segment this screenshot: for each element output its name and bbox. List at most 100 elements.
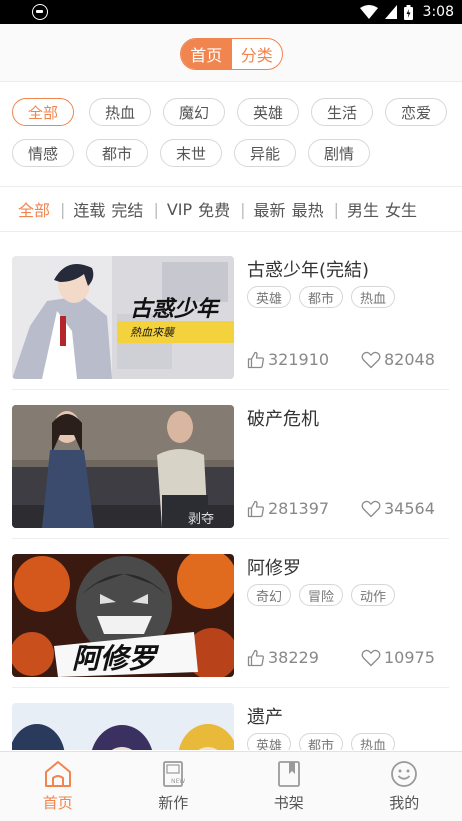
comic-tag: 都市 bbox=[299, 733, 344, 750]
genre-tag-mohuan[interactable]: 魔幻 bbox=[163, 98, 225, 126]
heart-icon bbox=[361, 500, 381, 517]
comic-stats: 38229 10975 bbox=[247, 648, 435, 667]
comic-tag: 英雄 bbox=[247, 733, 292, 750]
battery-icon bbox=[403, 4, 413, 20]
nav-new-label: 新作 bbox=[158, 794, 189, 812]
divider: | bbox=[153, 199, 159, 219]
nav-mine[interactable]: 我的 bbox=[347, 752, 462, 821]
filter-bar: 全部 | 连载 完结 | VIP 免费 | 最新 最热 | 男生 女生 bbox=[0, 186, 462, 232]
comic-card[interactable]: 剥夺 破产危机 281397 34564 bbox=[12, 391, 449, 539]
cover-title: 古惑少年 bbox=[130, 296, 221, 322]
comic-title[interactable]: 古惑少年(完結) bbox=[247, 256, 369, 282]
tab-category[interactable]: 分类 bbox=[232, 39, 283, 69]
filter-male[interactable]: 男生 bbox=[347, 197, 379, 221]
heart-icon bbox=[361, 351, 381, 368]
favorite-count[interactable]: 34564 bbox=[361, 499, 435, 518]
cover-title: 阿修罗 bbox=[72, 642, 160, 675]
home-icon bbox=[44, 761, 71, 787]
comic-tag: 英雄 bbox=[247, 286, 292, 308]
comic-title[interactable]: 遗产 bbox=[247, 703, 283, 729]
comic-cover[interactable] bbox=[12, 703, 234, 750]
cover-image: 熱血來襲 古惑少年 bbox=[12, 256, 234, 379]
heart-icon bbox=[361, 649, 381, 666]
thumbs-up-icon bbox=[247, 500, 264, 517]
nav-new[interactable]: NEW 新作 bbox=[116, 752, 232, 821]
smiley-icon bbox=[391, 761, 418, 787]
bookshelf-icon bbox=[277, 761, 300, 787]
thumbs-up-icon bbox=[247, 649, 264, 666]
comic-tags: 奇幻 冒险 动作 bbox=[247, 584, 396, 606]
like-count[interactable]: 281397 bbox=[247, 499, 361, 518]
tab-home[interactable]: 首页 bbox=[181, 39, 232, 69]
cover-image: 阿修罗 bbox=[12, 554, 234, 677]
favorite-count-value: 10975 bbox=[384, 648, 435, 667]
comic-list: 熱血來襲 古惑少年 古惑少年(完結) 英雄 都市 热血 321910 82048 bbox=[0, 242, 462, 750]
thumbs-up-icon bbox=[247, 351, 264, 368]
comic-cover[interactable]: 熱血來襲 古惑少年 bbox=[12, 256, 234, 379]
genre-tag-rexue[interactable]: 热血 bbox=[89, 98, 151, 126]
favorite-count[interactable]: 82048 bbox=[361, 350, 435, 369]
genre-tag-yingxiong[interactable]: 英雄 bbox=[237, 98, 299, 126]
new-book-icon: NEW bbox=[163, 761, 186, 787]
comic-stats: 321910 82048 bbox=[247, 350, 435, 369]
comic-tag: 冒险 bbox=[299, 584, 344, 606]
comic-card[interactable]: 遗产 英雄 都市 热血 bbox=[12, 689, 449, 750]
favorite-count[interactable]: 10975 bbox=[361, 648, 435, 667]
genre-tag-dushi[interactable]: 都市 bbox=[86, 139, 148, 167]
filter-female[interactable]: 女生 bbox=[385, 197, 417, 221]
divider: | bbox=[240, 199, 246, 219]
cover-image: 剥夺 bbox=[12, 405, 234, 528]
genre-tag-moshi[interactable]: 末世 bbox=[160, 139, 222, 167]
genre-tags: 全部 热血 魔幻 英雄 生活 恋爱 情感 都市 末世 异能 剧情 bbox=[0, 83, 462, 185]
status-bar: 3:08 bbox=[0, 0, 462, 24]
comic-cover[interactable]: 剥夺 bbox=[12, 405, 234, 528]
app-notification-icon bbox=[32, 4, 48, 20]
nav-shelf[interactable]: 书架 bbox=[231, 752, 347, 821]
cover-watermark: 剥夺 bbox=[188, 512, 214, 527]
nav-shelf-label: 书架 bbox=[273, 794, 304, 812]
like-count-value: 38229 bbox=[268, 648, 319, 667]
filter-all[interactable]: 全部 bbox=[18, 197, 50, 221]
filter-vip[interactable]: VIP bbox=[167, 200, 192, 219]
segmented-control: 首页 分类 bbox=[180, 38, 283, 70]
system-icons: 3:08 bbox=[359, 3, 454, 21]
genre-tag-shenghuo[interactable]: 生活 bbox=[311, 98, 373, 126]
cover-subtitle: 熱血來襲 bbox=[130, 326, 176, 339]
like-count-value: 321910 bbox=[268, 350, 330, 369]
comic-tag: 奇幻 bbox=[247, 584, 292, 606]
comic-tag: 热血 bbox=[351, 733, 396, 750]
like-count-value: 281397 bbox=[268, 499, 330, 518]
comic-title[interactable]: 破产危机 bbox=[247, 405, 319, 431]
genre-tag-lianai[interactable]: 恋爱 bbox=[385, 98, 447, 126]
nav-home[interactable]: 首页 bbox=[0, 752, 116, 821]
genre-tag-juqing[interactable]: 剧情 bbox=[308, 139, 370, 167]
comic-tag: 动作 bbox=[351, 584, 396, 606]
genre-tag-yineng[interactable]: 异能 bbox=[234, 139, 296, 167]
filter-hottest[interactable]: 最热 bbox=[292, 197, 324, 221]
genre-tag-qinggan[interactable]: 情感 bbox=[12, 139, 74, 167]
signal-icon bbox=[384, 5, 397, 19]
comic-tags: 英雄 都市 热血 bbox=[247, 286, 396, 308]
wifi-icon bbox=[359, 5, 378, 19]
comic-card[interactable]: 阿修罗 阿修罗 奇幻 冒险 动作 38229 10975 bbox=[12, 540, 449, 688]
nav-mine-label: 我的 bbox=[389, 794, 420, 812]
clock: 3:08 bbox=[422, 4, 454, 20]
filter-free[interactable]: 免费 bbox=[198, 197, 230, 221]
like-count[interactable]: 321910 bbox=[247, 350, 361, 369]
bottom-nav: 首页 NEW 新作 书架 我的 bbox=[0, 751, 462, 821]
filter-serial[interactable]: 连载 bbox=[73, 197, 105, 221]
genre-tag-all[interactable]: 全部 bbox=[12, 98, 74, 126]
comic-card[interactable]: 熱血來襲 古惑少年 古惑少年(完結) 英雄 都市 热血 321910 82048 bbox=[12, 242, 449, 390]
top-bar: 首页 分类 bbox=[0, 24, 462, 82]
filter-finished[interactable]: 完结 bbox=[111, 197, 143, 221]
svg-text:NEW: NEW bbox=[171, 778, 185, 785]
favorite-count-value: 34564 bbox=[384, 499, 435, 518]
filter-newest[interactable]: 最新 bbox=[254, 197, 286, 221]
comic-stats: 281397 34564 bbox=[247, 499, 435, 518]
like-count[interactable]: 38229 bbox=[247, 648, 361, 667]
comic-cover[interactable]: 阿修罗 bbox=[12, 554, 234, 677]
comic-title[interactable]: 阿修罗 bbox=[247, 554, 301, 580]
nav-home-label: 首页 bbox=[42, 794, 73, 812]
comic-tag: 热血 bbox=[351, 286, 396, 308]
divider: | bbox=[60, 199, 66, 219]
